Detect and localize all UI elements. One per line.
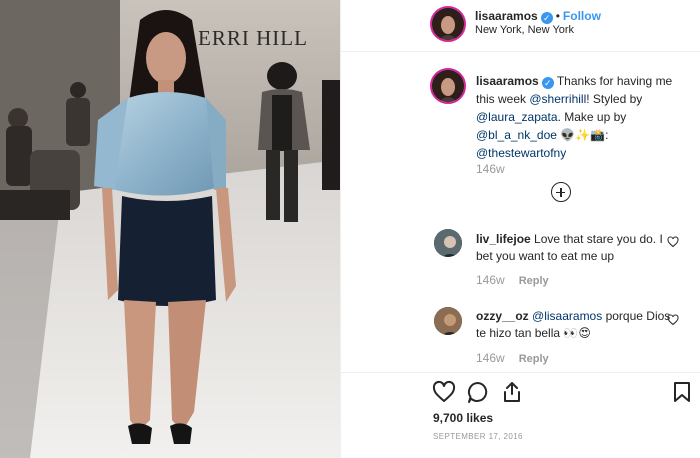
- header-username[interactable]: lisaaramos: [475, 9, 538, 23]
- mention-link[interactable]: @sherrihill: [529, 92, 586, 106]
- mention-link[interactable]: @bl_a_nk_doe: [476, 128, 557, 142]
- comment-timestamp[interactable]: 146w: [476, 351, 505, 365]
- comment-emojis: 👀😍: [563, 326, 591, 340]
- share-icon[interactable]: [500, 380, 524, 404]
- post-photo[interactable]: ERRI HILL: [0, 0, 340, 458]
- likes-count[interactable]: 9,700 likes: [433, 411, 493, 425]
- comment-avatar[interactable]: [434, 307, 462, 335]
- verified-badge-icon: ✓: [540, 12, 553, 24]
- post-location[interactable]: New York, New York: [475, 24, 574, 36]
- comment: ozzy__oz @lisaaramos porque Dios te hizo…: [476, 308, 676, 342]
- mention-link[interactable]: @laura_zapata: [476, 110, 558, 124]
- comment-username[interactable]: ozzy__oz: [476, 309, 529, 323]
- reply-button[interactable]: Reply: [519, 275, 549, 287]
- header-avatar[interactable]: [432, 8, 464, 40]
- comment-timestamp[interactable]: 146w: [476, 273, 505, 287]
- instagram-post: ERRI HILL lisaaramos ✓ • Follow New York, N…: [0, 0, 700, 458]
- mention-link[interactable]: @lisaaramos: [532, 309, 602, 323]
- avatar-image: [434, 307, 462, 335]
- comment: liv_lifejoe Love that stare you do. I be…: [476, 231, 676, 265]
- comment-meta: 146w Reply: [476, 273, 549, 287]
- post-date[interactable]: SEPTEMBER 17, 2016: [433, 432, 523, 441]
- header-separator: •: [555, 9, 560, 23]
- follow-button[interactable]: Follow: [563, 9, 601, 23]
- caption-timestamp[interactable]: 146w: [476, 162, 505, 176]
- avatar-image: [432, 8, 464, 40]
- comment-meta: 146w Reply: [476, 351, 549, 365]
- heart-icon[interactable]: [432, 380, 456, 404]
- post-caption: lisaaramos ✓ Thanks for having me this we…: [476, 72, 686, 162]
- caption-text-part: ! Styled by: [586, 92, 643, 106]
- header-user-line: lisaaramos ✓ • Follow: [475, 9, 601, 24]
- sherri-hill-wall-sign: ERRI HILL: [198, 26, 308, 50]
- verified-badge-icon: ✓: [541, 77, 554, 89]
- bookmark-icon[interactable]: [670, 380, 694, 404]
- comment-username[interactable]: liv_lifejoe: [476, 232, 531, 246]
- mention-link[interactable]: @thestewartofny: [476, 146, 566, 160]
- heart-icon[interactable]: [667, 314, 679, 326]
- caption-username[interactable]: lisaaramos: [476, 74, 539, 88]
- reply-button[interactable]: Reply: [519, 353, 549, 365]
- comment-avatar[interactable]: [434, 229, 462, 257]
- heart-icon[interactable]: [667, 236, 679, 248]
- caption-emojis: 👽✨📸: [560, 128, 606, 142]
- caption-text-part: . Make up by: [557, 110, 627, 124]
- runway-photo-illustration: [0, 0, 340, 458]
- caption-text-part: :: [605, 128, 609, 142]
- avatar-image: [434, 229, 462, 257]
- caption-avatar[interactable]: [432, 70, 464, 102]
- plus-circle-icon[interactable]: [551, 182, 571, 202]
- comment-icon[interactable]: [466, 380, 490, 404]
- avatar-image: [432, 70, 464, 102]
